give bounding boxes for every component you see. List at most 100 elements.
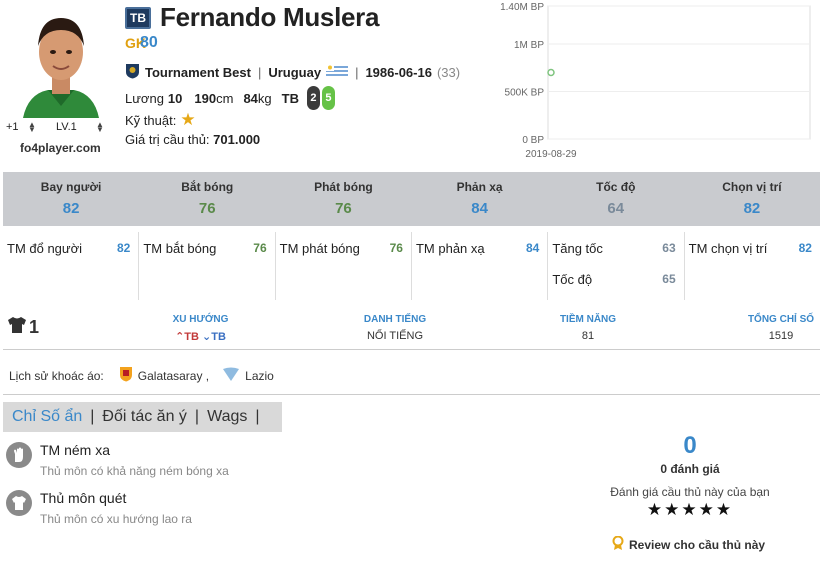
site-name: fo4player.com: [20, 141, 101, 155]
sub-stat-value: 84: [525, 241, 540, 255]
fame-value: NỔI TIẾNG: [366, 330, 424, 342]
rating-stars-input[interactable]: ★★★★★: [590, 500, 790, 520]
stat-column: Tốc độ 64: [548, 172, 684, 226]
sub-stat-row: TM bắt bóng 76: [143, 241, 266, 256]
stat-column: Bay người 82: [3, 172, 139, 226]
birth-date: 1986-06-16: [365, 65, 432, 80]
trend-down-value: TB: [211, 331, 226, 343]
enhance-level: +1: [6, 121, 19, 133]
stat-value: 76: [198, 200, 216, 217]
tab-separator: |: [194, 408, 200, 425]
value-line: Giá trị cầu thủ: 701.000: [125, 132, 260, 147]
level-selector-row: +1 ▲ ▼ LV.1 ▲ ▼: [6, 121, 110, 134]
fame-column: DANH TIẾNG NỔI TIẾNG: [355, 314, 435, 342]
rating-prompt: Đánh giá cầu thủ này của bạn: [610, 485, 770, 499]
chart-x-tick-label: 2019-08-29: [525, 149, 577, 160]
level-stepper-icon[interactable]: ▲ ▼: [96, 121, 104, 134]
total-header: TỔNG CHỈ SỐ: [747, 314, 815, 325]
stat-value: 84: [471, 200, 488, 217]
shirt-number-value: 1: [29, 317, 40, 337]
trait-long-throw: TM ném xa Thủ môn có khả năng ném bóng x…: [6, 442, 229, 478]
tab-hidden-stats[interactable]: Chỉ Số ẩn: [12, 408, 82, 426]
sub-stat-label: TM bắt bóng: [143, 241, 217, 256]
divider: [3, 394, 820, 395]
enhance-stepper-icon[interactable]: ▲ ▼: [28, 121, 56, 134]
chart-data-point[interactable]: [547, 68, 555, 77]
club-history: Lịch sử khoác áo: Galatasaray , Lazio: [9, 366, 274, 385]
total-value: 1519: [768, 330, 794, 342]
sub-stat-row: TM đổ người 82: [7, 241, 130, 256]
trend-header: XU HƯỚNG: [172, 314, 229, 325]
stat-label: Phát bóng: [314, 180, 373, 194]
sub-stat-row: TM phát bóng 76: [280, 241, 403, 256]
chart-y-tick-label: 1M BP: [514, 40, 544, 51]
sub-stat-column: Tăng tốc 63 Tốc độ 65: [548, 232, 685, 300]
total-column: TỔNG CHỈ SỐ 1519: [741, 314, 821, 342]
team-logo-icon: [125, 63, 140, 82]
skill-label: Kỹ thuật:: [125, 112, 177, 128]
sub-stat-value: 82: [798, 241, 812, 255]
price-chart[interactable]: 1.40M BP 1M BP 500K BP 0 BP 2019-08-29: [490, 0, 820, 165]
stat-value: 76: [335, 200, 352, 217]
potential-column: TIỀM NĂNG 81: [548, 314, 628, 342]
stat-column: Phản xạ 84: [412, 172, 548, 226]
team-name[interactable]: Tournament Best: [145, 65, 251, 80]
player-body-line: Lương 10 190 cm 84 kg TB 2 5: [125, 86, 335, 110]
value-label: Giá trị cầu thủ:: [125, 132, 210, 147]
trait-desc: Thủ môn có khả năng ném bóng xa: [40, 464, 229, 478]
trend-values: ⌃TB ⌄TB: [163, 330, 238, 343]
club-lazio[interactable]: Lazio: [245, 369, 274, 383]
sub-stat-column: TM đổ người 82: [3, 232, 140, 300]
sub-stat-value: 82: [116, 241, 131, 255]
review-link[interactable]: Review cho cầu thủ này: [612, 535, 765, 554]
sub-stat-label: TM phản xạ: [415, 241, 485, 256]
review-label[interactable]: Review cho cầu thủ này: [629, 538, 765, 552]
weight-value: 84: [243, 90, 258, 106]
club-galatasaray[interactable]: Galatasaray ,: [138, 369, 209, 383]
player-level: LV.1: [56, 121, 77, 133]
rating-panel: 0 0 đánh giá Đánh giá cầu thủ này của bạ…: [590, 432, 790, 520]
trait-title: TM ném xa: [40, 442, 111, 458]
rating-score: 0: [683, 432, 697, 459]
weight-unit: kg: [257, 90, 272, 106]
jersey-icon: [6, 490, 32, 516]
chart-frame: [547, 5, 811, 140]
separator: |: [355, 65, 359, 80]
tab-wags[interactable]: Wags: [207, 408, 247, 426]
player-info-line: Tournament Best | Uruguay | 1986-06-16 (…: [125, 63, 460, 82]
right-foot-badge: 5: [321, 86, 335, 110]
main-stats-band: Bay người 82 Bắt bóng 76 Phát bóng 76 Phản xạ 8…: [3, 172, 820, 226]
meta-row: 1 XU HƯỚNG ⌃TB ⌄TB DANH TIẾNG NỔI TIẾNG …: [3, 310, 820, 350]
sub-stat-value: 63: [662, 241, 676, 255]
tab-separator: |: [90, 408, 95, 425]
potential-header: TIỀM NĂNG: [559, 314, 617, 325]
tab-partners[interactable]: Đối tác ăn ý: [102, 408, 186, 426]
potential-value: 81: [581, 330, 595, 342]
salary-label: Lương: [125, 90, 164, 106]
sub-stat-label: Tốc độ: [552, 272, 593, 287]
sub-stat-column: TM phát bóng 76: [276, 232, 412, 300]
player-avatar: [18, 6, 104, 118]
stat-value: 82: [62, 200, 80, 217]
stat-column: Bắt bóng 76: [139, 172, 275, 226]
player-value: 701.000: [213, 132, 261, 147]
lazio-logo-icon: [222, 366, 240, 385]
stat-value: 82: [743, 200, 761, 217]
stat-value: 64: [607, 200, 625, 217]
sub-stat-label: TM đổ người: [7, 241, 83, 256]
sub-stat-label: TM chọn vị trí: [688, 241, 768, 256]
stat-label: Bắt bóng: [181, 180, 234, 194]
height-unit: cm: [216, 90, 234, 106]
stat-label: Phản xạ: [456, 180, 503, 194]
stat-column: Phát bóng 76: [275, 172, 411, 226]
uruguay-flag-icon: [326, 64, 349, 81]
sub-stat-value: 76: [253, 241, 267, 255]
glove-icon: [6, 442, 32, 468]
salary-value: 10: [167, 90, 183, 106]
sub-stat-row: TM chọn vị trí 82: [689, 241, 812, 256]
sub-stat-label: Tăng tốc: [552, 241, 603, 256]
body-type: TB: [281, 90, 299, 106]
trait-title: Thủ môn quét: [40, 490, 127, 506]
season-badge: TB: [125, 7, 151, 29]
nation-name[interactable]: Uruguay: [268, 65, 321, 80]
